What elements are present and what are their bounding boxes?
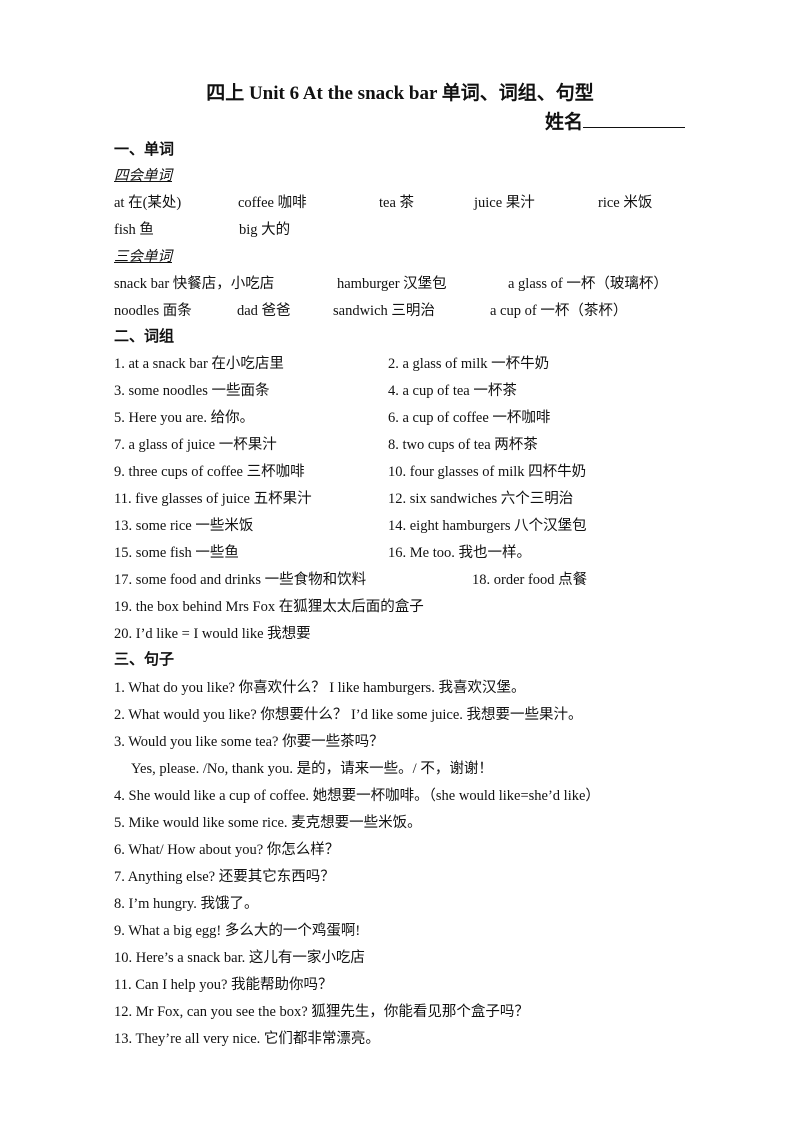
sentence-item: 11. Can I help you? 我能帮助你吗？ [114,977,333,993]
sentence-item: 9. What a big egg! 多么大的一个鸡蛋啊! [114,923,361,939]
sentence-item: 12. Mr Fox, can you see the box? 狐狸先生，你能… [114,1004,529,1020]
word-item: sandwich 三明治 [333,303,435,319]
subheading-three-skill: 三会单词 [114,249,172,265]
word-item: tea 茶 [379,195,415,211]
phrase-item: 18. order food 点餐 [472,572,588,588]
phrase-item: 6. a cup of coffee 一杯咖啡 [388,410,551,426]
word-item: a glass of 一杯（玻璃杯） [508,276,668,292]
sentence-item: Yes, please. /No, thank you. 是的，请来一些。/ 不… [131,761,493,777]
sentence-item: 2. What would you like? 你想要什么？ I’d like … [114,707,583,723]
document-title: 四上 Unit 6 At the snack bar 单词、词组、句型 [206,83,594,104]
sentence-item: 8. I’m hungry. 我饿了。 [114,896,259,912]
sentence-item: 5. Mike would like some rice. 麦克想要一些米饭。 [114,815,422,831]
sentence-item: 6. What/ How about you? 你怎么样？ [114,842,340,858]
name-field: 姓名 [545,107,686,134]
word-item: coffee 咖啡 [238,195,307,211]
phrase-item: 17. some food and drinks 一些食物和饮料 [114,572,367,588]
phrase-item: 10. four glasses of milk 四杯牛奶 [388,464,587,480]
phrase-item: 7. a glass of juice 一杯果汁 [114,437,277,453]
sentence-item: 4. She would like a cup of coffee. 她想要一杯… [114,788,600,804]
subheading-four-skill: 四会单词 [114,168,172,184]
sentence-item: 7. Anything else? 还要其它东西吗？ [114,869,335,885]
section-heading-phrases: 二、词组 [114,329,175,345]
name-label: 姓名 [545,112,584,133]
phrase-item: 16. Me too. 我也一样。 [388,545,531,561]
phrase-item: 15. some fish 一些鱼 [114,545,239,561]
phrase-item: 9. three cups of coffee 三杯咖啡 [114,464,305,480]
section-heading-sentences: 三、句子 [114,652,175,668]
section-heading-words: 一、单词 [114,142,175,158]
word-item: hamburger 汉堡包 [337,276,447,292]
sentence-item: 3. Would you like some tea? 你要一些茶吗？ [114,734,384,750]
phrase-item: 13. some rice 一些米饭 [114,518,254,534]
word-item: dad 爸爸 [237,303,291,319]
phrase-item: 8. two cups of tea 两杯茶 [388,437,538,453]
word-item: noodles 面条 [114,303,192,319]
phrase-item: 14. eight hamburgers 八个汉堡包 [388,518,587,534]
sentence-item: 1. What do you like? 你喜欢什么？ I like hambu… [114,680,526,696]
phrase-item: 3. some noodles 一些面条 [114,383,270,399]
word-item: at 在(某处) [114,195,182,211]
word-item: rice 米饭 [598,195,653,211]
phrase-item: 11. five glasses of juice 五杯果汁 [114,491,312,507]
sentence-item: 13. They’re all very nice. 它们都非常漂亮。 [114,1031,380,1047]
word-item: big 大的 [239,222,291,238]
phrase-item: 12. six sandwiches 六个三明治 [388,491,574,507]
phrase-item: 20. I’d like = I would like 我想要 [114,626,311,642]
phrase-item: 4. a cup of tea 一杯茶 [388,383,517,399]
phrase-item: 1. at a snack bar 在小吃店里 [114,356,284,372]
phrase-item: 19. the box behind Mrs Fox 在狐狸太太后面的盒子 [114,599,424,615]
sentence-item: 10. Here’s a snack bar. 这儿有一家小吃店 [114,950,365,966]
word-item: a cup of 一杯（茶杯） [490,303,628,319]
word-item: fish 鱼 [114,222,154,238]
phrase-item: 5. Here you are. 给你。 [114,410,255,426]
phrase-item: 2. a glass of milk 一杯牛奶 [388,356,550,372]
name-blank-line [583,109,686,128]
word-item: snack bar 快餐店，小吃店 [114,276,275,292]
word-item: juice 果汁 [474,195,535,211]
